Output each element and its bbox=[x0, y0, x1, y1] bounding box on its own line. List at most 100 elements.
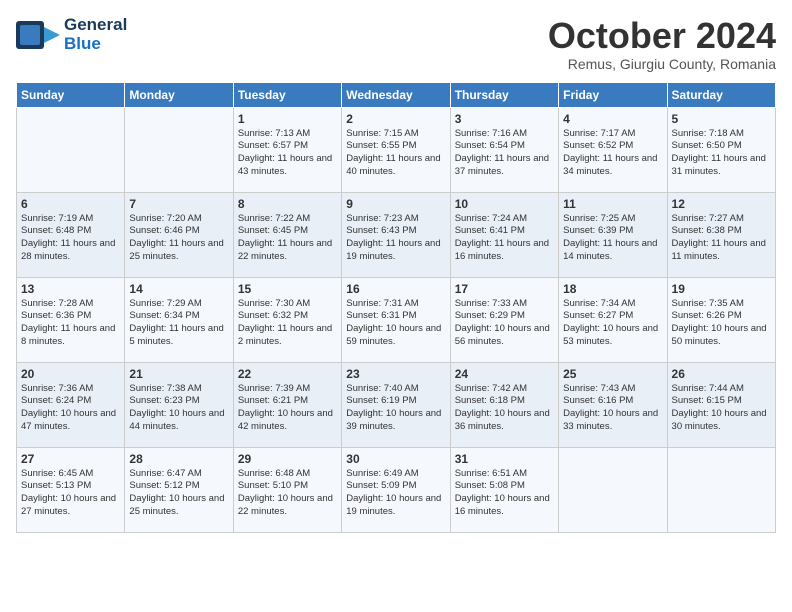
calendar-cell: 6Sunrise: 7:19 AMSunset: 6:48 PMDaylight… bbox=[17, 192, 125, 277]
cell-text: Sunset: 6:15 PM bbox=[672, 395, 771, 408]
cell-text: Sunrise: 7:30 AM bbox=[238, 298, 337, 311]
cell-text: Daylight: 10 hours and 50 minutes. bbox=[672, 323, 771, 349]
cell-text: Sunset: 6:27 PM bbox=[563, 310, 662, 323]
calendar-cell: 1Sunrise: 7:13 AMSunset: 6:57 PMDaylight… bbox=[233, 107, 341, 192]
calendar-cell: 13Sunrise: 7:28 AMSunset: 6:36 PMDayligh… bbox=[17, 277, 125, 362]
day-number: 19 bbox=[672, 282, 771, 296]
cell-text: Daylight: 10 hours and 27 minutes. bbox=[21, 493, 120, 519]
day-number: 16 bbox=[346, 282, 445, 296]
day-number: 24 bbox=[455, 367, 554, 381]
calendar-cell: 15Sunrise: 7:30 AMSunset: 6:32 PMDayligh… bbox=[233, 277, 341, 362]
cell-text: Sunrise: 6:47 AM bbox=[129, 468, 228, 481]
cell-text: Daylight: 10 hours and 16 minutes. bbox=[455, 493, 554, 519]
cell-text: Daylight: 10 hours and 56 minutes. bbox=[455, 323, 554, 349]
cell-text: Sunset: 6:54 PM bbox=[455, 140, 554, 153]
day-number: 17 bbox=[455, 282, 554, 296]
calendar-cell: 2Sunrise: 7:15 AMSunset: 6:55 PMDaylight… bbox=[342, 107, 450, 192]
calendar-cell: 25Sunrise: 7:43 AMSunset: 6:16 PMDayligh… bbox=[559, 362, 667, 447]
logo-icon bbox=[16, 17, 60, 53]
cell-text: Daylight: 11 hours and 14 minutes. bbox=[563, 238, 662, 264]
cell-text: Sunset: 6:16 PM bbox=[563, 395, 662, 408]
day-number: 18 bbox=[563, 282, 662, 296]
cell-text: Sunrise: 7:42 AM bbox=[455, 383, 554, 396]
day-header-sunday: Sunday bbox=[17, 82, 125, 107]
day-number: 5 bbox=[672, 112, 771, 126]
day-number: 27 bbox=[21, 452, 120, 466]
day-number: 20 bbox=[21, 367, 120, 381]
cell-text: Sunset: 6:31 PM bbox=[346, 310, 445, 323]
cell-text: Sunset: 6:24 PM bbox=[21, 395, 120, 408]
calendar-week-row: 20Sunrise: 7:36 AMSunset: 6:24 PMDayligh… bbox=[17, 362, 776, 447]
day-header-saturday: Saturday bbox=[667, 82, 775, 107]
cell-text: Sunset: 5:12 PM bbox=[129, 480, 228, 493]
logo-general: General bbox=[64, 16, 127, 35]
calendar-cell: 9Sunrise: 7:23 AMSunset: 6:43 PMDaylight… bbox=[342, 192, 450, 277]
cell-text: Sunset: 5:13 PM bbox=[21, 480, 120, 493]
day-number: 7 bbox=[129, 197, 228, 211]
cell-text: Daylight: 11 hours and 2 minutes. bbox=[238, 323, 337, 349]
calendar-cell bbox=[559, 447, 667, 532]
logo: General Blue bbox=[16, 16, 127, 53]
day-number: 4 bbox=[563, 112, 662, 126]
calendar-cell: 29Sunrise: 6:48 AMSunset: 5:10 PMDayligh… bbox=[233, 447, 341, 532]
cell-text: Sunrise: 7:35 AM bbox=[672, 298, 771, 311]
cell-text: Sunset: 6:26 PM bbox=[672, 310, 771, 323]
calendar-cell bbox=[667, 447, 775, 532]
cell-text: Sunset: 6:29 PM bbox=[455, 310, 554, 323]
cell-text: Daylight: 10 hours and 39 minutes. bbox=[346, 408, 445, 434]
cell-text: Sunrise: 7:39 AM bbox=[238, 383, 337, 396]
calendar-cell: 12Sunrise: 7:27 AMSunset: 6:38 PMDayligh… bbox=[667, 192, 775, 277]
day-header-tuesday: Tuesday bbox=[233, 82, 341, 107]
day-number: 11 bbox=[563, 197, 662, 211]
cell-text: Sunset: 6:45 PM bbox=[238, 225, 337, 238]
cell-text: Daylight: 10 hours and 44 minutes. bbox=[129, 408, 228, 434]
day-number: 3 bbox=[455, 112, 554, 126]
month-title: October 2024 bbox=[548, 16, 776, 56]
cell-text: Sunrise: 6:45 AM bbox=[21, 468, 120, 481]
cell-text: Daylight: 11 hours and 25 minutes. bbox=[129, 238, 228, 264]
cell-text: Sunrise: 7:15 AM bbox=[346, 128, 445, 141]
day-header-friday: Friday bbox=[559, 82, 667, 107]
cell-text: Daylight: 11 hours and 28 minutes. bbox=[21, 238, 120, 264]
day-number: 6 bbox=[21, 197, 120, 211]
cell-text: Daylight: 10 hours and 30 minutes. bbox=[672, 408, 771, 434]
calendar-week-row: 27Sunrise: 6:45 AMSunset: 5:13 PMDayligh… bbox=[17, 447, 776, 532]
cell-text: Sunset: 6:52 PM bbox=[563, 140, 662, 153]
calendar-cell: 21Sunrise: 7:38 AMSunset: 6:23 PMDayligh… bbox=[125, 362, 233, 447]
cell-text: Daylight: 10 hours and 25 minutes. bbox=[129, 493, 228, 519]
calendar-cell: 19 Sunrise: 7:35 AMSunset: 6:26 PMDayligh… bbox=[667, 277, 775, 362]
cell-text: Daylight: 11 hours and 31 minutes. bbox=[672, 153, 771, 179]
cell-text: Daylight: 11 hours and 11 minutes. bbox=[672, 238, 771, 264]
cell-text: Sunset: 6:38 PM bbox=[672, 225, 771, 238]
cell-text: Sunrise: 7:23 AM bbox=[346, 213, 445, 226]
cell-text: Daylight: 11 hours and 5 minutes. bbox=[129, 323, 228, 349]
day-number: 14 bbox=[129, 282, 228, 296]
cell-text: Daylight: 10 hours and 19 minutes. bbox=[346, 493, 445, 519]
day-number: 26 bbox=[672, 367, 771, 381]
cell-text: Daylight: 11 hours and 19 minutes. bbox=[346, 238, 445, 264]
day-number: 21 bbox=[129, 367, 228, 381]
location-subtitle: Remus, Giurgiu County, Romania bbox=[548, 56, 776, 72]
cell-text: Daylight: 11 hours and 16 minutes. bbox=[455, 238, 554, 264]
cell-text: Daylight: 10 hours and 59 minutes. bbox=[346, 323, 445, 349]
cell-text: Daylight: 11 hours and 40 minutes. bbox=[346, 153, 445, 179]
calendar-cell: 8Sunrise: 7:22 AMSunset: 6:45 PMDaylight… bbox=[233, 192, 341, 277]
calendar-cell: 24Sunrise: 7:42 AMSunset: 6:18 PMDayligh… bbox=[450, 362, 558, 447]
cell-text: Daylight: 11 hours and 43 minutes. bbox=[238, 153, 337, 179]
calendar-cell: 20Sunrise: 7:36 AMSunset: 6:24 PMDayligh… bbox=[17, 362, 125, 447]
calendar-cell: 18Sunrise: 7:34 AMSunset: 6:27 PMDayligh… bbox=[559, 277, 667, 362]
calendar-cell bbox=[125, 107, 233, 192]
calendar-cell: 28Sunrise: 6:47 AMSunset: 5:12 PMDayligh… bbox=[125, 447, 233, 532]
cell-text: Sunrise: 7:18 AM bbox=[672, 128, 771, 141]
cell-text: Daylight: 11 hours and 37 minutes. bbox=[455, 153, 554, 179]
day-number: 31 bbox=[455, 452, 554, 466]
cell-text: Sunrise: 6:49 AM bbox=[346, 468, 445, 481]
calendar-week-row: 13Sunrise: 7:28 AMSunset: 6:36 PMDayligh… bbox=[17, 277, 776, 362]
cell-text: Sunset: 6:32 PM bbox=[238, 310, 337, 323]
day-number: 22 bbox=[238, 367, 337, 381]
cell-text: Sunrise: 7:19 AM bbox=[21, 213, 120, 226]
day-number: 23 bbox=[346, 367, 445, 381]
cell-text: Sunrise: 7:20 AM bbox=[129, 213, 228, 226]
day-number: 13 bbox=[21, 282, 120, 296]
cell-text: Sunset: 5:09 PM bbox=[346, 480, 445, 493]
